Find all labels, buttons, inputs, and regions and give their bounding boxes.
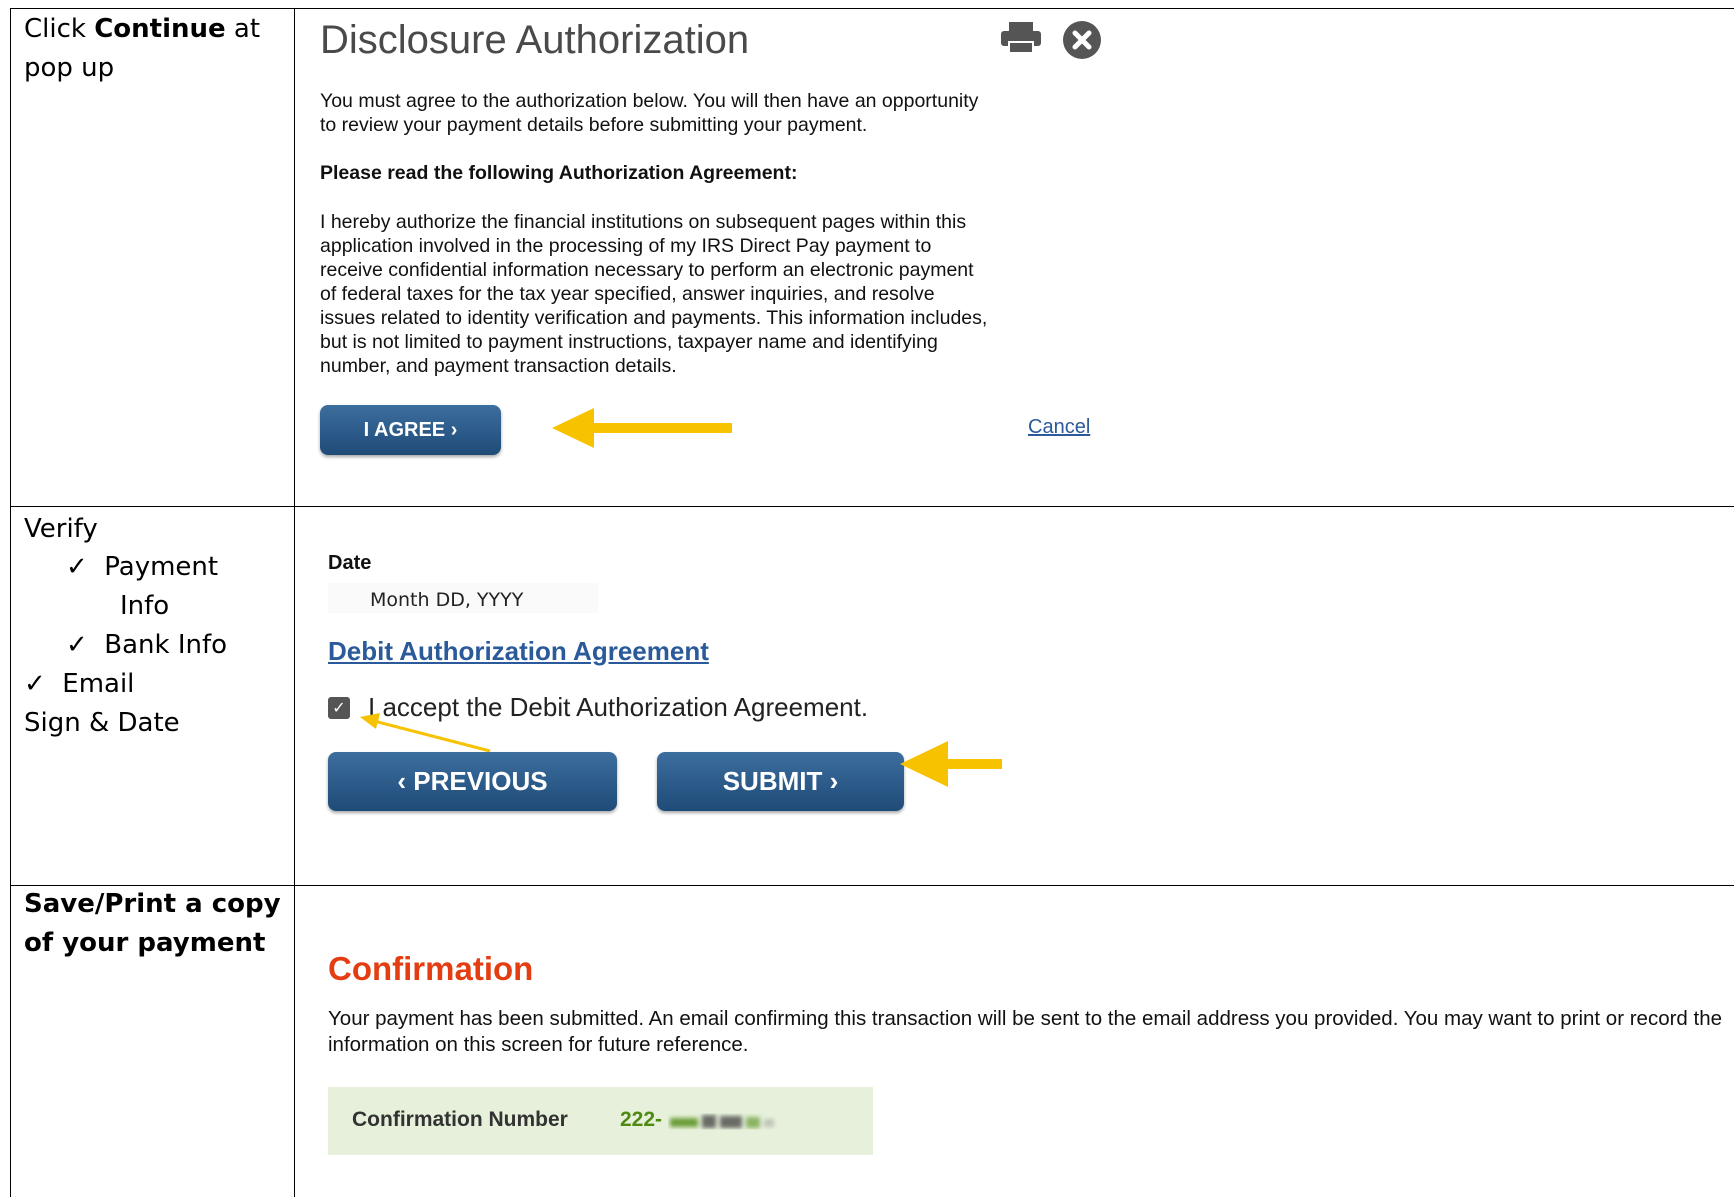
agreement-line: issues related to identity verification …: [320, 307, 988, 329]
pointer-arrow: [360, 713, 491, 753]
date-label: Date: [328, 552, 372, 574]
pointer-arrow: [552, 408, 732, 448]
dialog-intro-line2: to review your payment details before su…: [320, 114, 868, 136]
cancel-link[interactable]: Cancel: [1028, 416, 1090, 439]
check-icon: ✓: [66, 630, 88, 660]
debit-authorization-link[interactable]: Debit Authorization Agreement: [328, 636, 709, 667]
checklist-item: ✓ Payment: [66, 548, 218, 587]
row3-instruction: Save/Print a copy: [24, 889, 281, 919]
redacted-number: [670, 1115, 774, 1128]
checklist-item-cont: Info: [120, 591, 170, 621]
dialog-heading: Please read the following Authorization …: [320, 162, 798, 184]
date-value: Month DD, YYYY: [370, 589, 524, 611]
checklist-item: ✓ Email: [24, 665, 134, 704]
verify-label: Verify: [24, 514, 98, 544]
i-agree-button[interactable]: I AGREE ›: [320, 405, 501, 455]
confirmation-text: Your payment has been submitted. An emai…: [328, 1007, 1723, 1056]
dialog-intro-line1: You must agree to the authorization belo…: [320, 90, 979, 112]
agreement-line: application involved in the processing o…: [320, 235, 932, 257]
checklist-item: ✓ Bank Info: [66, 626, 227, 665]
row1-instruction-line2: pop up: [24, 53, 115, 83]
pointer-arrow: [900, 741, 1002, 787]
column-divider: [294, 8, 295, 1197]
agreement-line: receive confidential information necessa…: [320, 259, 974, 281]
dialog-title: Disclosure Authorization: [320, 18, 750, 62]
row-divider: [10, 506, 1734, 507]
confirmation-number: 222-: [620, 1108, 663, 1131]
row1-instruction: Click Continue at: [24, 14, 261, 44]
check-icon: ✓: [66, 552, 88, 582]
print-icon[interactable]: [999, 22, 1043, 54]
agreement-line: but is not limited to payment instructio…: [320, 331, 938, 353]
accept-checkbox[interactable]: ✓: [328, 697, 350, 719]
close-icon[interactable]: [1062, 20, 1102, 60]
agreement-line: of federal taxes for the tax year specif…: [320, 283, 935, 305]
row3-instruction-line2: of your payment: [24, 928, 266, 958]
previous-button[interactable]: ‹ PREVIOUS: [328, 752, 617, 811]
check-icon: ✓: [24, 669, 46, 699]
agreement-line: number, and payment transaction details.: [320, 355, 677, 377]
confirmation-number-label: Confirmation Number: [352, 1108, 568, 1131]
submit-button[interactable]: SUBMIT ›: [657, 752, 904, 811]
sign-date-label: Sign & Date: [24, 708, 180, 738]
agreement-line: I hereby authorize the financial institu…: [320, 211, 967, 233]
confirmation-title: Confirmation: [328, 950, 534, 987]
